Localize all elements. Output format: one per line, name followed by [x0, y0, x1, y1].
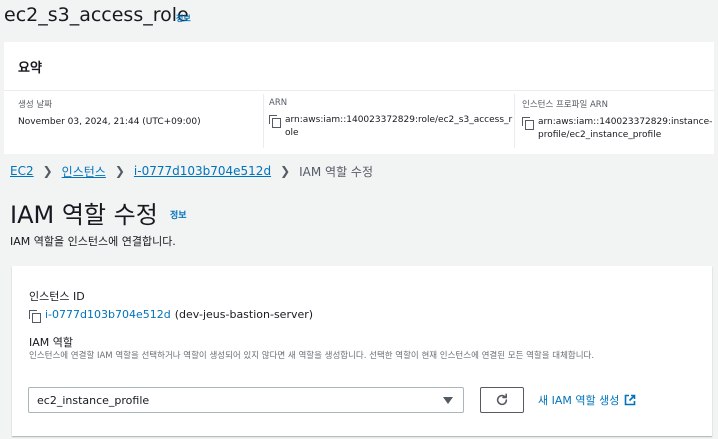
instance-profile-arn-line2: profile/ec2_instance_profile — [538, 130, 662, 140]
column-divider — [514, 94, 515, 148]
instance-name: (dev-jeus-bastion-server) — [174, 308, 314, 321]
copy-icon[interactable] — [29, 309, 41, 323]
breadcrumb-current: IAM 역할 수정 — [299, 164, 374, 179]
role-info-link[interactable]: 정보 — [176, 13, 191, 24]
role-title: ec2_s3_access_role — [4, 4, 189, 26]
summary-heading: 요약 — [18, 61, 42, 76]
copy-icon[interactable] — [269, 115, 281, 128]
instance-id-row: i-0777d103b704e512d (dev-jeus-bastion-se… — [29, 308, 314, 323]
arn-value-line2: ole — [285, 128, 299, 138]
created-date-column: 생성 날짜 November 03, 2024, 21:44 (UTC+09:0… — [18, 98, 258, 129]
page-info-link[interactable]: 정보 — [170, 208, 187, 221]
page-title: IAM 역할 수정 — [10, 201, 158, 229]
create-iam-role-link[interactable]: 새 IAM 역할 생성 — [538, 392, 636, 408]
iam-role-label: IAM 역할 — [29, 336, 73, 349]
chevron-right-icon: ❯ — [280, 164, 291, 178]
refresh-icon — [496, 393, 508, 406]
arn-column: ARN arn:aws:iam::140023372829:role/ec2_s… — [269, 98, 513, 140]
caret-down-icon — [443, 397, 453, 404]
iam-role-select-value: ec2_instance_profile — [37, 393, 150, 407]
page-description: IAM 역할을 인스턴스에 연결합니다. — [10, 235, 176, 248]
instance-id-link[interactable]: i-0777d103b704e512d — [45, 308, 171, 321]
external-link-icon — [625, 394, 636, 406]
breadcrumb: EC2 ❯ 인스턴스 ❯ i-0777d103b704e512d ❯ IAM 역… — [10, 161, 373, 181]
summary-divider — [4, 90, 714, 91]
breadcrumb-instance[interactable]: i-0777d103b704e512d — [134, 164, 271, 178]
copy-icon[interactable] — [522, 117, 534, 130]
instance-profile-arn-label: 인스턴스 프로파일 ARN — [522, 100, 609, 110]
iam-role-form-card: 인스턴스 ID i-0777d103b704e512d (dev-jeus-ba… — [12, 266, 712, 436]
instance-profile-arn-column: 인스턴스 프로파일 ARN arn:aws:iam::140023372829:… — [522, 98, 712, 142]
instance-profile-arn-line1: arn:aws:iam::140023372829:instance- — [538, 117, 713, 127]
arn-label: ARN — [269, 98, 288, 108]
iam-role-select[interactable]: ec2_instance_profile — [28, 387, 464, 413]
breadcrumb-ec2[interactable]: EC2 — [10, 164, 34, 178]
iam-role-description: 인스턴스에 연결할 IAM 역할을 선택하거나 역할이 생성되어 있지 않다면 … — [29, 351, 595, 361]
created-date-label: 생성 날짜 — [18, 100, 52, 110]
chevron-right-icon: ❯ — [42, 164, 53, 178]
instance-id-label: 인스턴스 ID — [29, 290, 85, 303]
summary-card: 요약 생성 날짜 November 03, 2024, 21:44 (UTC+0… — [4, 42, 714, 154]
arn-value-line1: arn:aws:iam::140023372829:role/ec2_s3_ac… — [285, 115, 513, 125]
breadcrumb-instances[interactable]: 인스턴스 — [62, 163, 106, 180]
column-divider — [263, 94, 264, 148]
chevron-right-icon: ❯ — [114, 164, 125, 178]
create-iam-role-label: 새 IAM 역할 생성 — [538, 394, 620, 407]
modify-iam-role-page: EC2 ❯ 인스턴스 ❯ i-0777d103b704e512d ❯ IAM 역… — [0, 155, 718, 439]
role-details-panel: ec2_s3_access_role 정보 요약 생성 날짜 November … — [0, 0, 718, 155]
refresh-button[interactable] — [480, 387, 524, 413]
created-date-value: November 03, 2024, 21:44 (UTC+09:00) — [18, 117, 201, 127]
